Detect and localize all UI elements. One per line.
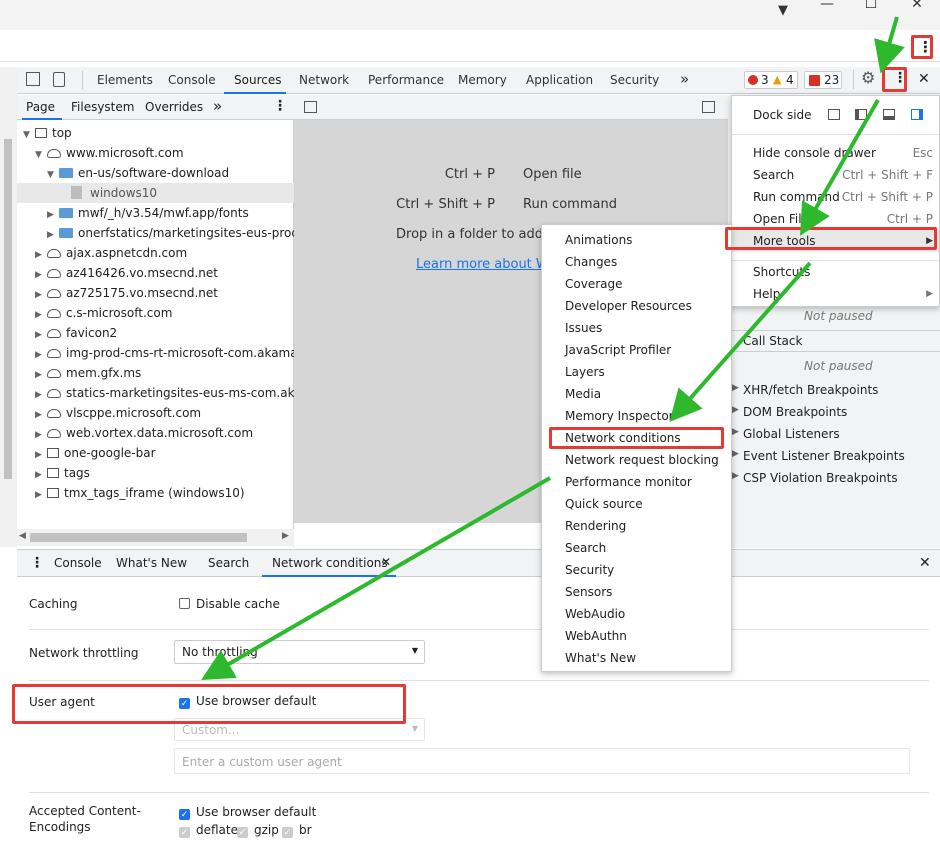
arrow-to-more-tools: [800, 99, 880, 236]
arrow-to-devtools-menu: [874, 16, 905, 74]
arrow-to-user-agent: [201, 476, 552, 681]
annotation-arrows: [201, 16, 905, 681]
arrow-to-network-conditions: [669, 261, 812, 422]
